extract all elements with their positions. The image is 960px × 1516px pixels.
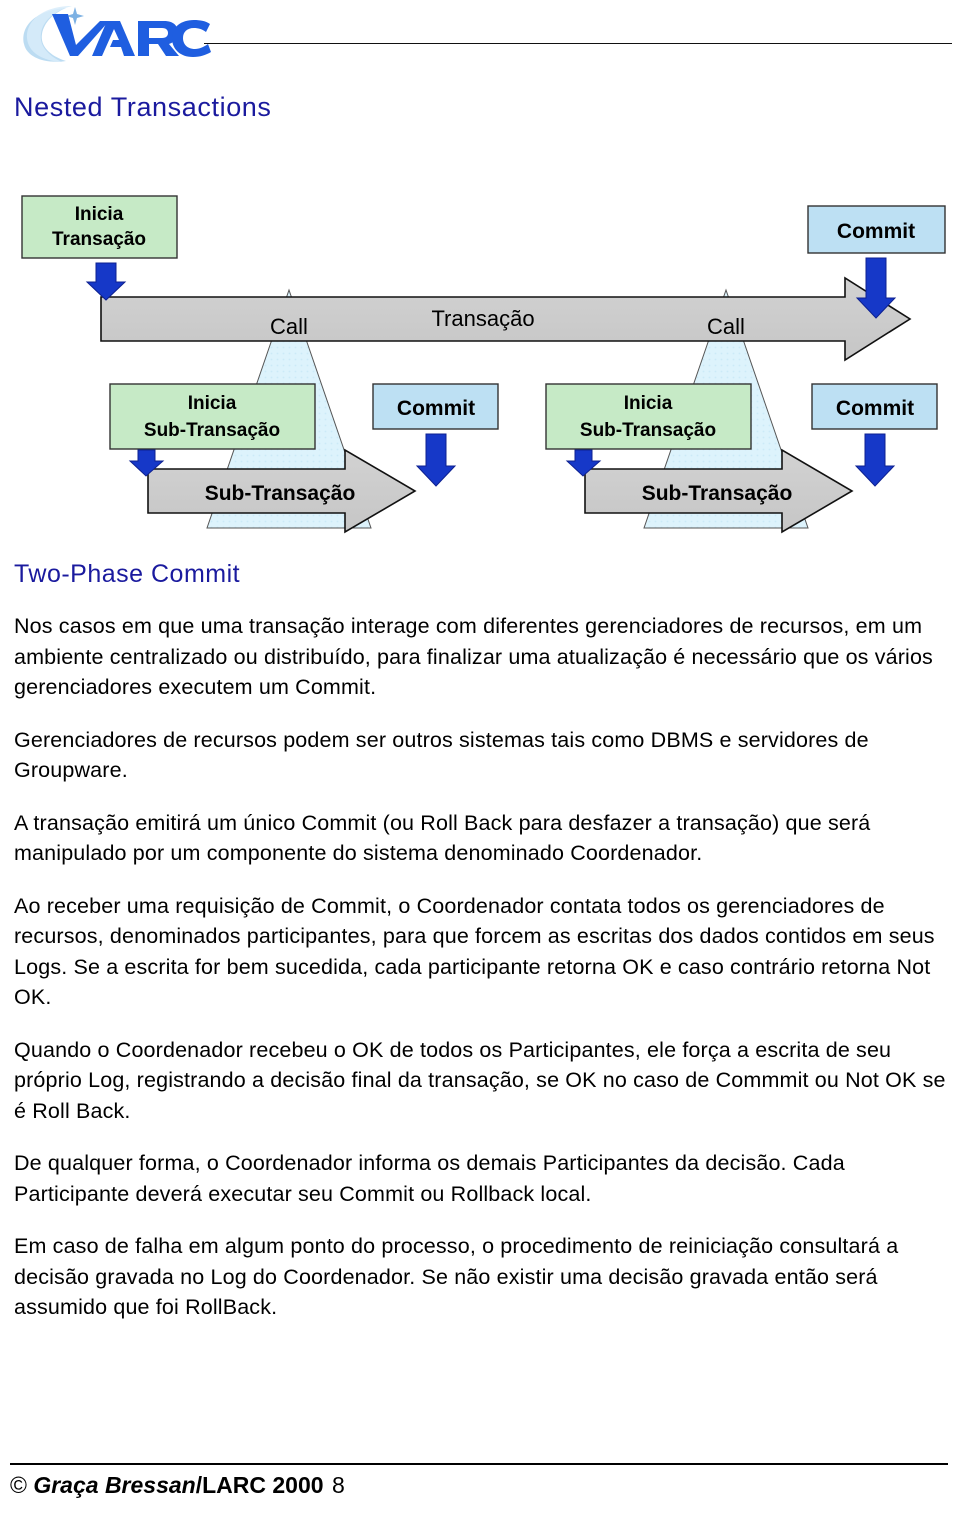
box-inicia-transacao-line2: Transação [52,229,146,250]
transaction-arrow-label: Transação [431,306,534,331]
paragraph: Gerenciadores de recursos podem ser outr… [14,727,869,783]
box-commit-top-label: Commit [837,220,915,243]
down-arrow-commit-sub-left [415,433,457,487]
sub-transaction-label-left: Sub-Transação [205,482,356,505]
larc-swoosh-logo [14,4,219,66]
call-label-left: Call [270,314,308,339]
box-inicia-sub-transacao-right: Inicia Sub-Transação [545,383,752,450]
slide-footer: © Graça Bressan/LARC 2000 8 [10,1472,948,1512]
box-inicia-sub-transacao-left: Inicia Sub-Transação [109,383,316,450]
box-inicia-sub-left-line1: Inicia [188,393,237,414]
paragraph: Quando o Coordenador recebeu o OK de tod… [14,1037,946,1123]
section-heading: Two-Phase Commit [14,560,241,588]
footer-org: /LARC 2000 [195,1472,324,1498]
box-commit-top: Commit [807,205,946,254]
copyright-mark: © [10,1472,27,1498]
footer-author: Graça Bressan [33,1472,196,1498]
down-arrow-start-transaction [85,262,127,301]
down-arrow-commit-sub-right [854,433,896,487]
box-commit-sub-right-label: Commit [836,397,914,420]
footer-divider [10,1463,948,1465]
paragraph: Nos casos em que uma transação interage … [14,614,933,699]
box-commit-sub-right: Commit [811,383,938,430]
sub-transaction-label-right: Sub-Transação [642,482,793,505]
page-title: Nested Transactions [14,92,272,122]
box-inicia-sub-left-line2: Sub-Transação [144,420,280,441]
box-inicia-transacao: Inicia Transação [21,195,178,259]
box-inicia-transacao-line1: Inicia [75,204,124,225]
box-inicia-sub-right-line1: Inicia [624,393,673,414]
call-label-right: Call [707,314,745,339]
slide-body: Two-Phase Commit Nos casos em que uma tr… [14,560,948,1323]
slide-header [0,0,960,90]
box-commit-sub-left: Commit [372,383,499,430]
footer-copyright: © Graça Bressan/LARC 2000 [10,1472,324,1499]
paragraph: A transação emitirá um único Commit (ou … [14,810,871,866]
header-divider [204,43,952,44]
paragraph: De qualquer forma, o Coordenador informa… [14,1151,845,1206]
paragraph: Em caso de falha em algum ponto do proce… [14,1234,899,1319]
paragraph: Ao receber uma requisição de Commit, o C… [14,893,935,1010]
box-commit-sub-left-label: Commit [397,397,475,420]
box-inicia-sub-right-line2: Sub-Transação [580,420,716,441]
nested-transactions-diagram: Inicia Transação Commit Transação Call C… [0,178,960,558]
page-number: 8 [332,1472,345,1498]
